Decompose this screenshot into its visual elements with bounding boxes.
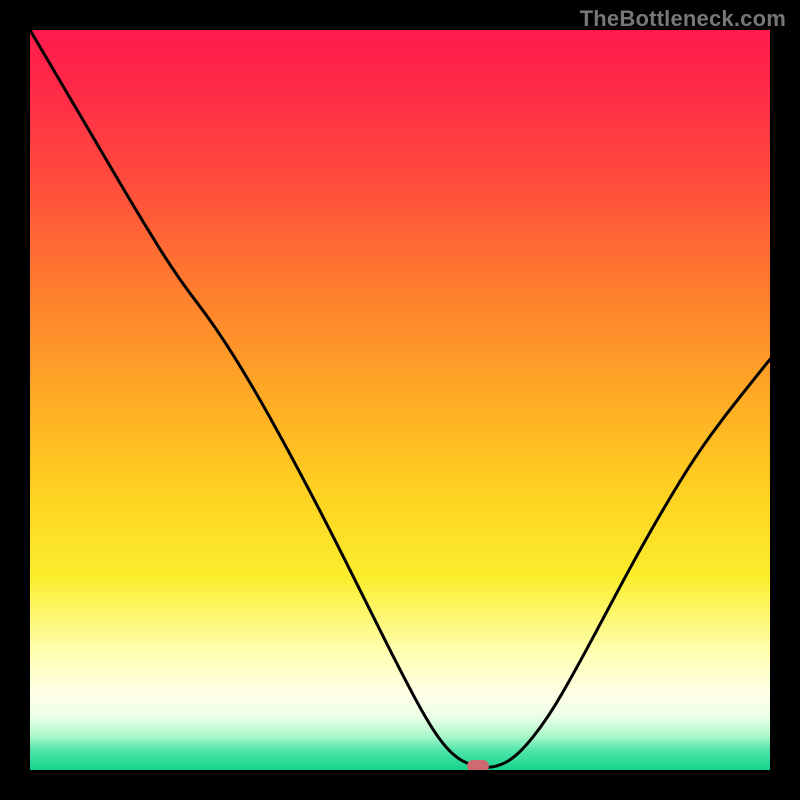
watermark-text: TheBottleneck.com [580,6,786,32]
bottleneck-curve [30,30,770,770]
sweet-spot-marker [467,760,489,770]
chart-frame: TheBottleneck.com [0,0,800,800]
plot-area [30,30,770,770]
